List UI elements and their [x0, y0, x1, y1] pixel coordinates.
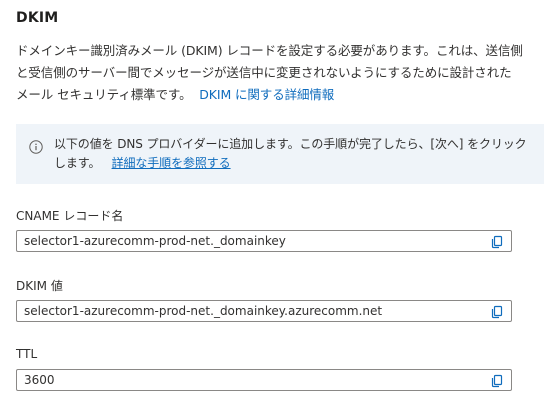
info-text-line-2-text: します。 [54, 156, 101, 170]
description-text-3: メール セキュリティ標準です。 [16, 87, 192, 102]
ttl-field[interactable]: 3600 [16, 369, 512, 391]
description-line-2: と受信側のサーバー間でメッセージが送信中に変更されないようにするために設計された [16, 65, 512, 80]
detailed-steps-link[interactable]: 詳細な手順を参照する [112, 156, 231, 170]
info-text-line-1: 以下の値を DNS プロバイダーに追加します。この手順が完了したら、[次へ] を… [54, 137, 527, 151]
info-text-line-2: します。 詳細な手順を参照する [54, 154, 532, 173]
info-banner: 以下の値を DNS プロバイダーに追加します。この手順が完了したら、[次へ] を… [16, 124, 544, 184]
dkim-value-label: DKIM 値 [16, 279, 63, 293]
section-title: DKIM [16, 10, 59, 26]
info-text: 以下の値を DNS プロバイダーに追加します。この手順が完了したら、[次へ] を… [54, 135, 532, 173]
dkim-learn-more-link[interactable]: DKIM に関する詳細情報 [199, 87, 334, 102]
cname-value[interactable]: selector1-azurecomm-prod-net._domainkey [24, 234, 286, 248]
cname-label: CNAME レコード名 [16, 209, 124, 223]
section-description: ドメインキー識別済みメール (DKIM) レコードを設定する必要があります。これ… [16, 40, 546, 106]
copy-icon[interactable] [489, 233, 505, 249]
ttl-value[interactable]: 3600 [24, 373, 55, 387]
info-icon [29, 140, 43, 154]
dkim-value-field[interactable]: selector1-azurecomm-prod-net._domainkey.… [16, 300, 512, 322]
dkim-value[interactable]: selector1-azurecomm-prod-net._domainkey.… [24, 304, 382, 318]
description-line-3: メール セキュリティ標準です。 DKIM に関する詳細情報 [16, 84, 546, 106]
dkim-page: DKIM ドメインキー識別済みメール (DKIM) レコードを設定する必要があり… [0, 0, 556, 404]
copy-icon[interactable] [489, 372, 505, 388]
copy-icon[interactable] [489, 303, 505, 319]
description-line-1: ドメインキー識別済みメール (DKIM) レコードを設定する必要があります。これ… [16, 43, 523, 58]
cname-field[interactable]: selector1-azurecomm-prod-net._domainkey [16, 230, 512, 252]
ttl-label: TTL [16, 347, 38, 361]
